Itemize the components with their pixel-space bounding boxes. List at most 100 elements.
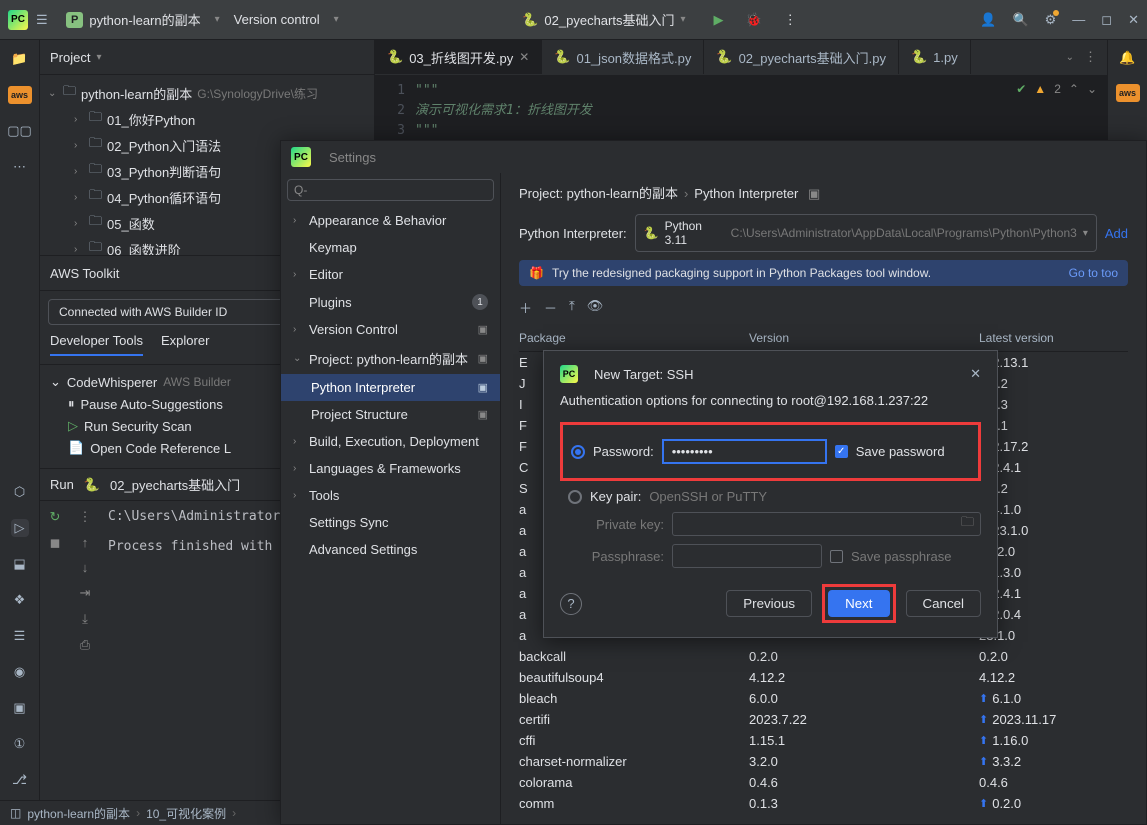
interpreter-select[interactable]: 🐍 Python 3.11 C:\Users\Administrator\App…	[635, 214, 1097, 252]
vcs-tool-icon[interactable]: ⎇	[11, 771, 29, 789]
breadcrumb-1[interactable]: python-learn的副本	[27, 805, 130, 822]
chevron-down-icon[interactable]: ▾	[96, 52, 101, 63]
nav-advanced[interactable]: Advanced Settings	[281, 536, 500, 563]
debug-icon[interactable]: 🐞	[746, 12, 762, 28]
password-input[interactable]	[662, 439, 827, 464]
nav-appearance[interactable]: ›Appearance & Behavior	[281, 207, 500, 234]
package-row[interactable]: cffi1.15.1⬆1.16.0	[519, 730, 1128, 751]
tree-root[interactable]: ⌄ 🗀 python-learn的副本 G:\SynologyDrive\练习	[40, 80, 374, 106]
more-icon[interactable]: ⋮	[79, 509, 92, 525]
nav-keymap[interactable]: Keymap	[281, 234, 500, 261]
expand-icon[interactable]: ›	[74, 192, 84, 203]
aws-tool-icon[interactable]: aws	[8, 86, 32, 104]
settings-icon[interactable]: ⚙	[1045, 12, 1057, 28]
nav-lang[interactable]: ›Languages & Frameworks	[281, 455, 500, 482]
save-passphrase-checkbox[interactable]	[830, 550, 843, 563]
editor-tab[interactable]: 🐍1.py	[899, 40, 971, 74]
remove-package-icon[interactable]: －	[544, 298, 557, 317]
hamburger-icon[interactable]: ☰	[36, 12, 56, 28]
problems-icon[interactable]: ①	[11, 735, 29, 753]
col-version[interactable]: Version	[749, 331, 979, 345]
more-icon[interactable]: ⋮	[1084, 49, 1097, 65]
package-row[interactable]: backcall0.2.00.2.0	[519, 646, 1128, 667]
editor-tab[interactable]: 🐍01_json数据格式.py	[542, 40, 704, 74]
search-icon[interactable]: 🔍	[1012, 12, 1028, 28]
up-icon[interactable]: ↑	[82, 535, 89, 550]
minimize-icon[interactable]: —	[1072, 12, 1085, 27]
close-icon[interactable]: ✕	[1128, 12, 1139, 28]
help-icon[interactable]: ?	[560, 593, 582, 615]
editor-tab[interactable]: 🐍03_折线图开发.py✕	[375, 40, 542, 74]
aws-tab-devtools[interactable]: Developer Tools	[50, 333, 143, 356]
banner-link[interactable]: Go to too	[1069, 266, 1118, 280]
col-package[interactable]: Package	[519, 331, 749, 345]
account-icon[interactable]: 👤	[980, 12, 996, 28]
nav-project-structure[interactable]: Project Structure▣	[281, 401, 500, 428]
package-row[interactable]: bleach6.0.0⬆6.1.0	[519, 688, 1128, 709]
expand-icon[interactable]: ⌄	[48, 88, 58, 99]
private-key-input[interactable]: 🗀	[672, 512, 981, 536]
current-run-config[interactable]: 02_pyecharts基础入门	[544, 10, 674, 29]
print-icon[interactable]: ⎙	[80, 637, 90, 653]
upgrade-package-icon[interactable]: ⤒	[569, 298, 575, 317]
terminal-icon[interactable]: ▣	[11, 699, 29, 717]
expand-icon[interactable]: ›	[74, 114, 84, 125]
debug-tool-icon[interactable]: ⬓	[11, 555, 29, 573]
code-area[interactable]: """ 演示可视化需求1：折线图开发 """	[415, 81, 592, 141]
run-tool-icon[interactable]: ▷	[11, 519, 29, 537]
package-row[interactable]: charset-normalizer3.2.0⬆3.3.2	[519, 751, 1128, 772]
run-icon[interactable]: ▶	[714, 12, 724, 28]
expand-icon[interactable]: ⌄	[50, 374, 61, 390]
aws-right-icon[interactable]: aws	[1116, 84, 1140, 102]
services-icon[interactable]: ❖	[11, 591, 29, 609]
tree-item[interactable]: ›🗀01_你好Python	[40, 106, 374, 132]
stop-icon[interactable]: ◼	[50, 535, 61, 551]
folder-icon[interactable]: 🗀	[961, 513, 974, 535]
more-tool-icon[interactable]: ⋯	[11, 158, 29, 176]
show-early-icon[interactable]: 👁	[587, 298, 604, 317]
wrap-icon[interactable]: ⇥	[80, 585, 91, 601]
maximize-icon[interactable]: ◻	[1101, 12, 1112, 28]
breadcrumb-2[interactable]: 10_可视化案例	[146, 805, 226, 822]
checkmark-icon[interactable]: ✔	[1016, 82, 1026, 96]
expand-icon[interactable]: ›	[74, 166, 84, 177]
down-icon[interactable]: ⌄	[1087, 82, 1097, 96]
vcs-menu[interactable]: Version control	[234, 12, 320, 27]
project-name[interactable]: python-learn的副本	[89, 10, 200, 29]
nav-tools[interactable]: ›Tools	[281, 482, 500, 509]
nav-build[interactable]: ›Build, Execution, Deployment	[281, 428, 500, 455]
chevron-down-icon[interactable]: ⌄	[1066, 52, 1074, 63]
save-password-checkbox[interactable]: ✓	[835, 445, 848, 458]
rerun-icon[interactable]: ↻	[50, 509, 61, 525]
more-icon[interactable]: ⋮	[784, 12, 797, 28]
notifications-icon[interactable]: 🔔	[1119, 50, 1135, 66]
python-packages-icon[interactable]: ◉	[11, 663, 29, 681]
expand-icon[interactable]: ›	[74, 218, 84, 229]
todo-icon[interactable]: ☰	[11, 627, 29, 645]
nav-editor[interactable]: ›Editor	[281, 261, 500, 288]
up-icon[interactable]: ⌃	[1069, 82, 1079, 96]
project-tool-icon[interactable]: 📁	[11, 50, 29, 68]
keypair-radio[interactable]	[568, 490, 582, 504]
previous-button[interactable]: Previous	[726, 590, 812, 617]
close-icon[interactable]: ✕	[519, 50, 529, 64]
nav-plugins[interactable]: Plugins1	[281, 288, 500, 316]
password-radio[interactable]	[571, 445, 585, 459]
chevron-down-icon[interactable]: ▾	[215, 14, 220, 25]
package-row[interactable]: beautifulsoup44.12.24.12.2	[519, 667, 1128, 688]
aws-tab-explorer[interactable]: Explorer	[161, 333, 209, 356]
nav-project[interactable]: ⌄Project: python-learn的副本▣	[281, 343, 500, 374]
nav-python-interpreter[interactable]: Python Interpreter▣	[281, 374, 500, 401]
editor-tab[interactable]: 🐍02_pyecharts基础入门.py	[704, 40, 899, 74]
down-icon[interactable]: ↓	[82, 560, 89, 575]
close-icon[interactable]: ✕	[970, 366, 981, 382]
package-row[interactable]: colorama0.4.60.4.6	[519, 772, 1128, 793]
nav-sync[interactable]: Settings Sync	[281, 509, 500, 536]
expand-icon[interactable]: ›	[74, 244, 84, 255]
expand-icon[interactable]: ›	[74, 140, 84, 151]
package-row[interactable]: comm0.1.3⬆0.2.0	[519, 793, 1128, 814]
package-row[interactable]: certifi2023.7.22⬆2023.11.17	[519, 709, 1128, 730]
passphrase-input[interactable]	[672, 544, 822, 568]
col-latest[interactable]: Latest version	[979, 331, 1128, 345]
scroll-icon[interactable]: ⤓	[82, 611, 88, 627]
